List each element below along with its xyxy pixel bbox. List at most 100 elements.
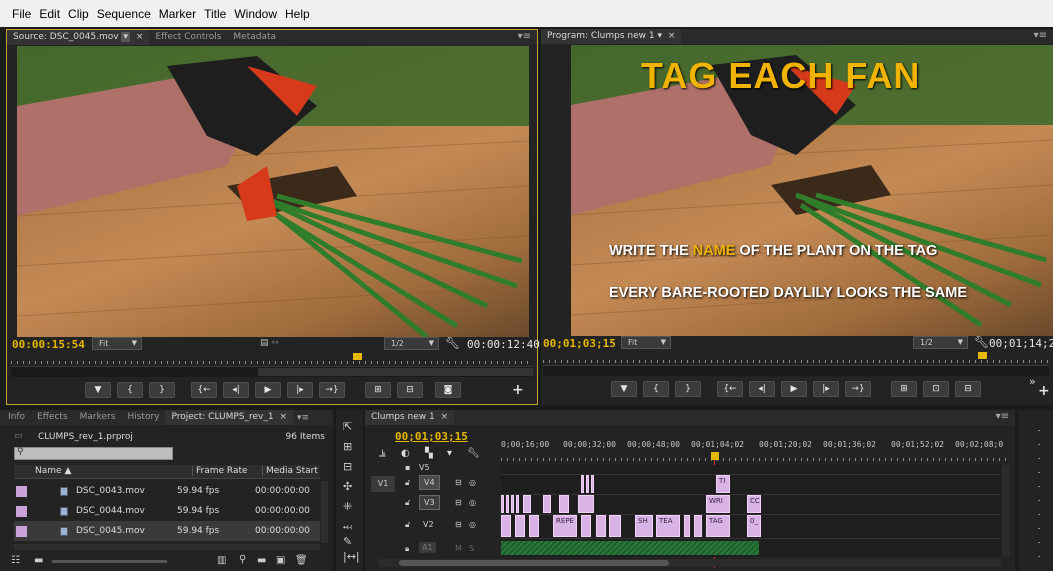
menu-clip[interactable]: Clip xyxy=(68,7,89,21)
program-playhead[interactable] xyxy=(978,352,987,359)
timeline-clip[interactable] xyxy=(516,495,519,513)
column-media-start[interactable]: Media Start xyxy=(262,466,318,476)
lock-icon[interactable]: 🔓︎ xyxy=(405,498,410,508)
goto-out-button[interactable]: →} xyxy=(845,381,871,397)
tab-menu-icon[interactable]: ▾ xyxy=(657,31,662,41)
icon-view-icon[interactable]: ▬ xyxy=(34,555,43,566)
lock-icon[interactable]: 🔓︎ xyxy=(405,520,410,530)
lift-button[interactable]: ⊞ xyxy=(891,381,917,397)
source-time-ruler[interactable] xyxy=(11,355,533,365)
menu-marker[interactable]: Marker xyxy=(159,7,196,21)
timeline-clip[interactable] xyxy=(684,515,690,537)
timeline-settings-icon[interactable]: 🔧︎ xyxy=(467,448,480,459)
more-icon[interactable]: » xyxy=(1029,375,1036,388)
project-hscroll[interactable] xyxy=(14,544,320,550)
eye-icon[interactable]: ◎ xyxy=(469,478,476,487)
tab-markers[interactable]: Markers xyxy=(74,410,122,425)
timeline-clip[interactable] xyxy=(529,515,539,537)
overwrite-button[interactable]: ⊟ xyxy=(397,382,423,398)
timeline-hscroll-thumb[interactable] xyxy=(399,560,669,566)
marker-icon[interactable]: ▾ xyxy=(447,448,452,459)
source-scrollbar[interactable] xyxy=(11,366,533,377)
timeline-clip[interactable]: TI xyxy=(716,475,730,493)
source-zoom-bar[interactable] xyxy=(258,368,533,376)
timeline-clip[interactable] xyxy=(501,495,504,513)
step-forward-button[interactable]: |▸ xyxy=(813,381,839,397)
timeline-clip[interactable]: CC xyxy=(747,495,761,513)
program-scrollbar[interactable] xyxy=(543,365,1049,376)
sync-icon[interactable]: ⊟ xyxy=(455,520,462,529)
new-bin-icon[interactable]: ▬ xyxy=(257,555,266,566)
list-view-icon[interactable]: ☷ xyxy=(11,555,20,566)
lock-icon[interactable]: 🔓︎ xyxy=(405,478,410,488)
timeline-clip[interactable] xyxy=(581,515,591,537)
timeline-clip[interactable] xyxy=(596,515,606,537)
menu-help[interactable]: Help xyxy=(285,7,310,21)
lock-icon[interactable]: ▪ xyxy=(405,463,410,472)
timeline-ruler[interactable]: 0;00;16;00 00;00;32;00 00;00;48;00 00;01… xyxy=(501,434,1007,464)
project-vscroll[interactable] xyxy=(321,481,328,543)
column-frame-rate[interactable]: Frame Rate xyxy=(192,466,248,476)
goto-in-button[interactable]: {← xyxy=(191,382,217,398)
track-toggle[interactable]: V4 xyxy=(419,475,440,490)
panel-menu-icon[interactable]: ▾≡ xyxy=(518,31,531,42)
timeline-clip[interactable] xyxy=(694,515,702,537)
goto-out-button[interactable]: →} xyxy=(319,382,345,398)
timeline-hscroll[interactable] xyxy=(379,559,1001,567)
program-timecode[interactable]: 00;01;03;15 xyxy=(543,337,616,350)
tab-source[interactable]: Source: DSC_0045.mov ▾ × xyxy=(7,30,150,45)
mark-in-button[interactable]: { xyxy=(117,382,143,398)
razor-tool-icon[interactable]: ⤟ xyxy=(343,520,352,534)
safe-margins-icon[interactable]: ▤ ↔ xyxy=(260,338,279,348)
list-item[interactable]: DSC_0044.mov 59.94 fps 00:00:00:00 xyxy=(14,501,320,521)
ripple-edit-tool-icon[interactable]: ⊟ xyxy=(343,460,352,473)
step-back-button[interactable]: ◂| xyxy=(749,381,775,397)
trash-icon[interactable]: 🗑︎ xyxy=(295,555,308,566)
close-icon[interactable]: × xyxy=(441,412,449,422)
timeline-clip[interactable]: 0_ xyxy=(747,515,761,537)
tab-program[interactable]: Program: Clumps new 1 ▾ × xyxy=(541,29,682,44)
program-time-ruler[interactable] xyxy=(543,354,1049,364)
timeline-clip[interactable] xyxy=(501,515,511,537)
menu-window[interactable]: Window xyxy=(234,7,277,21)
add-marker-icon[interactable]: ▚ xyxy=(425,448,433,459)
timeline-clip[interactable]: WRI xyxy=(706,495,730,513)
timeline-clip[interactable] xyxy=(515,515,525,537)
mark-out-button[interactable]: } xyxy=(149,382,175,398)
list-item[interactable]: DSC_0045.mov 59.94 fps 00:00:00:00 xyxy=(14,521,320,541)
track-toggle[interactable]: A1 xyxy=(419,542,436,553)
add-button-icon[interactable]: + xyxy=(1038,383,1050,399)
column-name[interactable]: Name ▲ xyxy=(35,466,71,476)
timeline-clip[interactable] xyxy=(559,495,569,513)
export-frame-button[interactable]: ◙ xyxy=(435,382,461,398)
eye-icon[interactable]: ◎ xyxy=(469,498,476,507)
tab-history[interactable]: History xyxy=(121,410,165,425)
timeline-clip[interactable] xyxy=(506,495,509,513)
track-select-tool-icon[interactable]: ⊞ xyxy=(343,440,352,453)
timeline-clip[interactable] xyxy=(578,495,594,513)
insert-button[interactable]: ⊞ xyxy=(365,382,391,398)
wrench-icon[interactable]: 🔧︎ xyxy=(974,335,989,349)
tab-sequence[interactable]: Clumps new 1 × xyxy=(365,410,455,425)
timeline-vscroll[interactable] xyxy=(1002,465,1010,557)
tab-effects[interactable]: Effects xyxy=(31,410,74,425)
tab-menu-icon[interactable]: ▾ xyxy=(121,32,131,42)
source-patch-v1[interactable]: V1 xyxy=(371,476,395,492)
timeline-clip[interactable]: SH xyxy=(635,515,653,537)
source-resolution-select[interactable]: 1/2 ▼ xyxy=(384,337,439,350)
track-area[interactable]: TI WRI CC REPE SH TEA TAG 0_ xyxy=(501,465,1001,557)
sync-icon[interactable]: ⊟ xyxy=(455,478,462,487)
mark-out-button[interactable]: } xyxy=(675,381,701,397)
project-search-input[interactable]: ⚲ xyxy=(14,447,173,460)
timeline-clip[interactable] xyxy=(523,495,531,513)
wrench-icon[interactable]: 🔧︎ xyxy=(445,336,460,350)
eye-icon[interactable]: ◎ xyxy=(469,520,476,529)
play-button[interactable]: ▶ xyxy=(781,381,807,397)
solo-icon[interactable]: S xyxy=(469,544,474,553)
timeline-playhead[interactable] xyxy=(711,452,719,460)
panel-menu-icon[interactable]: ▾≡ xyxy=(1034,30,1047,41)
timeline-clip[interactable] xyxy=(511,495,514,513)
timeline-clip[interactable] xyxy=(581,475,584,493)
close-icon[interactable]: × xyxy=(136,32,144,42)
extract-button[interactable]: ⊡ xyxy=(923,381,949,397)
